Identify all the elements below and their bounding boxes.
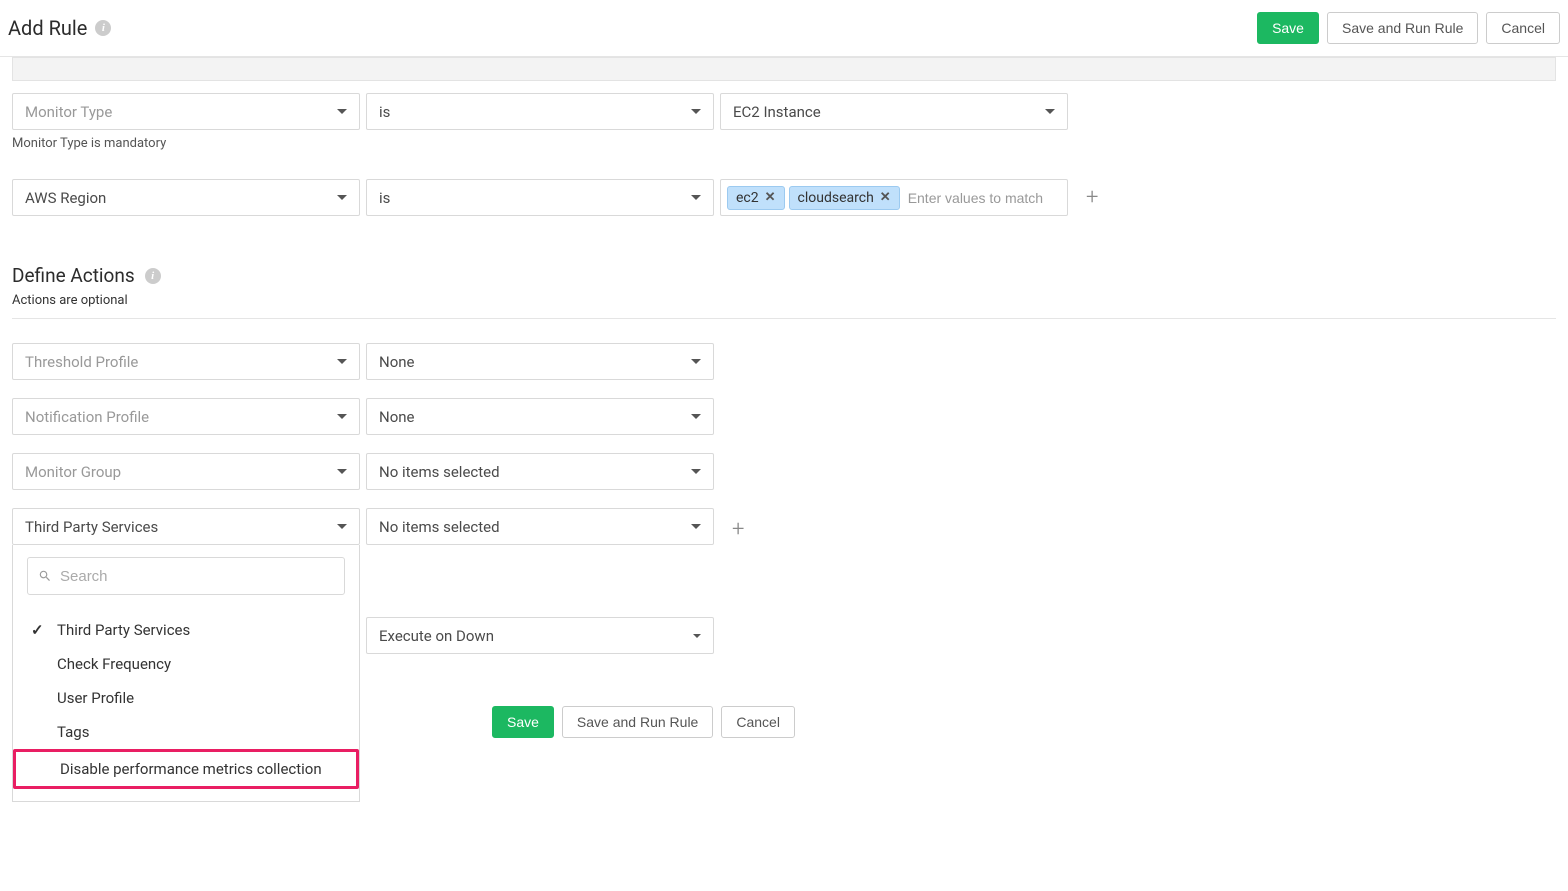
header-buttons: Save Save and Run Rule Cancel <box>1257 12 1560 44</box>
chevron-down-icon <box>1045 109 1055 114</box>
dropdown-item-user-profile[interactable]: User Profile <box>27 681 345 715</box>
monitor-group-row: Monitor Group No items selected <box>12 453 1556 490</box>
select-text: Execute on Down <box>379 627 494 645</box>
chevron-down-icon <box>691 469 701 474</box>
select-text: Monitor Type <box>25 103 112 121</box>
select-text: No items selected <box>379 463 500 481</box>
chevron-down-icon <box>691 195 701 200</box>
select-text: None <box>379 353 415 371</box>
chevron-down-icon <box>691 524 701 529</box>
tag-cloudsearch: cloudsearch ✕ <box>789 186 900 210</box>
chevron-down-icon <box>337 414 347 419</box>
third-party-row: Third Party Services Third Party Service… <box>12 508 1556 545</box>
save-button-footer[interactable]: Save <box>492 706 554 738</box>
select-text: Threshold Profile <box>25 353 138 371</box>
cancel-button-footer[interactable]: Cancel <box>721 706 795 738</box>
monitor-group-field[interactable]: Monitor Group <box>12 453 360 490</box>
add-criteria-icon[interactable]: + <box>1086 185 1098 210</box>
select-text: EC2 Instance <box>733 103 821 121</box>
aws-region-field-select[interactable]: AWS Region <box>12 179 360 216</box>
execute-on-select[interactable]: Execute on Down <box>366 617 714 654</box>
cancel-button[interactable]: Cancel <box>1486 12 1560 44</box>
close-icon[interactable]: ✕ <box>880 190 891 205</box>
header-title-group: Add Rule i <box>8 16 111 40</box>
chevron-down-icon <box>337 109 347 114</box>
third-party-field-wrapper: Third Party Services Third Party Service… <box>12 508 360 545</box>
save-and-run-button-footer[interactable]: Save and Run Rule <box>562 706 713 738</box>
save-button[interactable]: Save <box>1257 12 1319 44</box>
dropdown-item-check-frequency[interactable]: Check Frequency <box>27 647 345 681</box>
dropdown-list: Third Party Services Check Frequency Use… <box>27 613 345 789</box>
gray-bar <box>12 57 1556 81</box>
page-header: Add Rule i Save Save and Run Rule Cancel <box>0 0 1568 57</box>
chevron-down-icon <box>693 634 701 638</box>
select-text: is <box>379 103 390 121</box>
criteria-row-1: Monitor Type is EC2 Instance <box>12 93 1556 130</box>
monitor-group-value[interactable]: No items selected <box>366 453 714 490</box>
chevron-down-icon <box>691 359 701 364</box>
close-icon[interactable]: ✕ <box>765 190 776 205</box>
notification-profile-row: Notification Profile None <box>12 398 1556 435</box>
threshold-profile-field[interactable]: Threshold Profile <box>12 343 360 380</box>
select-text: Third Party Services <box>25 518 158 536</box>
monitor-type-hint: Monitor Type is mandatory <box>12 136 1556 151</box>
aws-region-value-tags[interactable]: ec2 ✕ cloudsearch ✕ <box>720 179 1068 216</box>
tag-ec2: ec2 ✕ <box>727 186 785 210</box>
notification-profile-field[interactable]: Notification Profile <box>12 398 360 435</box>
monitor-type-value-select[interactable]: EC2 Instance <box>720 93 1068 130</box>
dropdown-item-third-party[interactable]: Third Party Services <box>27 613 345 647</box>
dropdown-item-tags[interactable]: Tags <box>27 715 345 749</box>
actions-hint: Actions are optional <box>12 293 1556 308</box>
tag-label: cloudsearch <box>798 190 874 206</box>
select-text: Notification Profile <box>25 408 149 426</box>
third-party-value[interactable]: No items selected <box>366 508 714 545</box>
threshold-profile-value[interactable]: None <box>366 343 714 380</box>
chevron-down-icon <box>337 359 347 364</box>
threshold-profile-row: Threshold Profile None <box>12 343 1556 380</box>
define-actions-title: Define Actions <box>12 264 135 287</box>
select-text: No items selected <box>379 518 500 536</box>
chevron-down-icon <box>337 469 347 474</box>
dropdown-item-disable-metrics[interactable]: Disable performance metrics collection <box>13 749 359 789</box>
page-title: Add Rule <box>8 16 87 40</box>
dropdown-search[interactable] <box>27 557 345 595</box>
divider <box>12 318 1556 319</box>
search-icon <box>38 569 52 583</box>
criteria-row-2: AWS Region is ec2 ✕ cloudsearch ✕ + <box>12 179 1556 216</box>
monitor-type-field-select[interactable]: Monitor Type <box>12 93 360 130</box>
define-actions-title-group: Define Actions i <box>12 264 1556 287</box>
add-action-icon[interactable]: + <box>732 517 744 542</box>
info-icon[interactable]: i <box>145 268 161 284</box>
tag-label: ec2 <box>736 190 759 206</box>
info-icon[interactable]: i <box>95 20 111 36</box>
monitor-type-operator-select[interactable]: is <box>366 93 714 130</box>
third-party-dropdown: Third Party Services Check Frequency Use… <box>12 545 360 802</box>
select-text: AWS Region <box>25 189 106 207</box>
dropdown-search-input[interactable] <box>60 558 334 594</box>
select-text: Monitor Group <box>25 463 121 481</box>
notification-profile-value[interactable]: None <box>366 398 714 435</box>
select-text: is <box>379 189 390 207</box>
chevron-down-icon <box>337 195 347 200</box>
chevron-down-icon <box>337 524 347 529</box>
third-party-field[interactable]: Third Party Services <box>12 508 360 545</box>
aws-region-operator-select[interactable]: is <box>366 179 714 216</box>
content-area: Monitor Type is EC2 Instance Monitor Typ… <box>0 81 1568 750</box>
save-and-run-button[interactable]: Save and Run Rule <box>1327 12 1478 44</box>
chevron-down-icon <box>691 109 701 114</box>
select-text: None <box>379 408 415 426</box>
chevron-down-icon <box>691 414 701 419</box>
tag-input-field[interactable] <box>904 188 1061 208</box>
footer-buttons: Save Save and Run Rule Cancel <box>492 706 1556 738</box>
